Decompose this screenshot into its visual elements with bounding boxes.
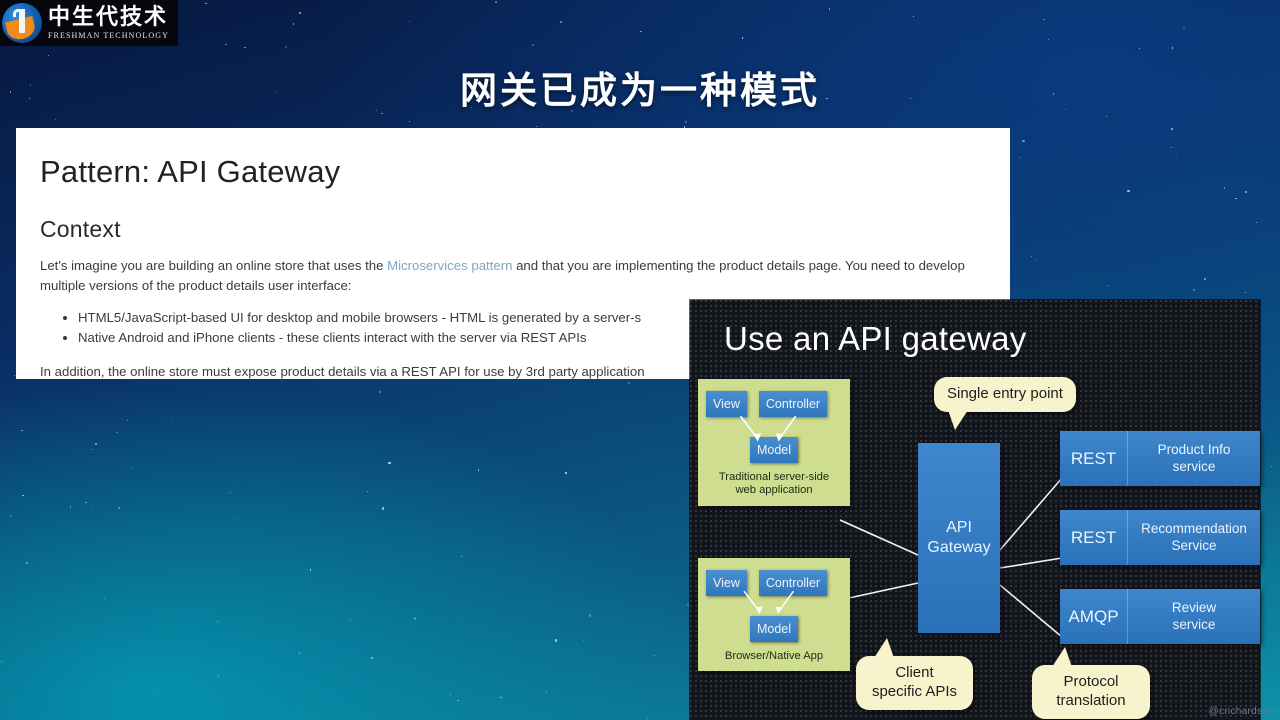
client-caption: Browser/Native App bbox=[724, 650, 824, 662]
api-gateway-label-line2: Gateway bbox=[927, 539, 991, 556]
service-box-review: AMQP Review service bbox=[1060, 589, 1260, 644]
paragraph-text-before-link: Let's imagine you are building an online… bbox=[40, 257, 388, 273]
callout-tail bbox=[1052, 647, 1072, 667]
microservices-pattern-link[interactable]: Microservices pattern bbox=[387, 258, 512, 273]
page-title: Pattern: API Gateway bbox=[40, 154, 341, 189]
callout-protocol-translation: Protocol translation bbox=[1032, 647, 1150, 719]
model-box: Model bbox=[749, 616, 799, 642]
client-server-side-web-application: View Controller Model Traditional server… bbox=[698, 379, 850, 506]
freshman-technology-logo-icon bbox=[2, 3, 42, 43]
logo-text: 中生代技术 FRESHMAN TECHNOLOGY bbox=[48, 4, 169, 40]
callout-tail bbox=[874, 638, 894, 658]
service-protocol: AMQP bbox=[1060, 589, 1128, 644]
service-box-recommendation: REST Recommendation Service bbox=[1060, 510, 1260, 565]
controller-box: Controller bbox=[758, 391, 828, 417]
service-name: Recommendation Service bbox=[1141, 521, 1247, 553]
service-name: Product Info service bbox=[1157, 442, 1231, 474]
client-browser-native-app: View Controller Model Browser/Native App bbox=[698, 558, 850, 672]
service-name: Review service bbox=[1171, 600, 1217, 632]
diagram-watermark: @crichardson bbox=[1208, 706, 1274, 717]
view-box: View bbox=[706, 570, 747, 596]
client-caption: Traditional server-side web application bbox=[718, 471, 830, 497]
service-protocol: REST bbox=[1060, 510, 1128, 565]
section-heading-context: Context bbox=[40, 215, 121, 242]
view-box: View bbox=[706, 391, 747, 417]
service-protocol: REST bbox=[1060, 431, 1128, 486]
intro-paragraph: Let's imagine you are building an online… bbox=[40, 256, 986, 296]
api-gateway-label-line1: API bbox=[946, 519, 972, 536]
callout-tail bbox=[948, 409, 968, 430]
brand-logo: 中生代技术 FRESHMAN TECHNOLOGY bbox=[0, 0, 178, 46]
slide-title: 网关已成为一种模式 bbox=[460, 69, 820, 112]
model-box: Model bbox=[749, 437, 799, 463]
api-gateway-box: API Gateway bbox=[918, 443, 1000, 633]
logo-chinese-name: 中生代技术 bbox=[48, 4, 169, 30]
controller-box: Controller bbox=[758, 570, 828, 596]
logo-english-name: FRESHMAN TECHNOLOGY bbox=[48, 30, 169, 40]
callout-client-specific-apis: Client specific APIs bbox=[856, 638, 973, 710]
service-box-product-info: REST Product Info service bbox=[1060, 431, 1260, 486]
presentation-slide: 中生代技术 FRESHMAN TECHNOLOGY 网关已成为一种模式 Patt… bbox=[0, 0, 1280, 720]
callout-single-entry-point: Single entry point bbox=[934, 377, 1076, 430]
